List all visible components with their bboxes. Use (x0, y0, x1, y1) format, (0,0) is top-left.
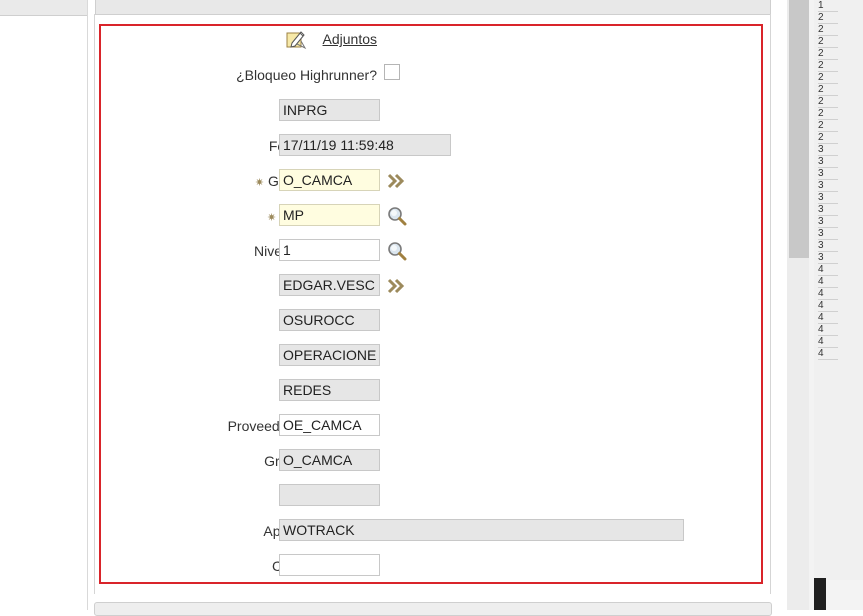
field-input-fecha: 17/11/19 11:59:48 (279, 134, 451, 156)
row-number: 2 (818, 48, 838, 60)
field-row-estado: Estado:INPRG (100, 99, 763, 123)
row-number: 2 (818, 96, 838, 108)
field-input-direccion: OPERACIONE (279, 344, 380, 366)
row-number: 3 (818, 216, 838, 228)
required-icon: ✷ (254, 177, 265, 189)
field-row-nivel: Nivel de Afectacion:1 (100, 239, 763, 263)
row-number: 3 (818, 252, 838, 264)
left-panel-divider (87, 0, 88, 610)
row-number: 2 (818, 108, 838, 120)
row-number: 3 (818, 168, 838, 180)
checkbox-bloqueo[interactable] (384, 64, 400, 80)
left-panel-header (0, 0, 88, 16)
row-number: 3 (818, 144, 838, 156)
field-input-aplicacion: WOTRACK (279, 519, 684, 541)
row-number: 3 (818, 156, 838, 168)
row-number: 2 (818, 84, 838, 96)
row-number: 4 (818, 348, 838, 360)
field-input-propietario (279, 484, 380, 506)
row-number: 2 (818, 36, 838, 48)
row-number: 3 (818, 204, 838, 216)
field-row-fecha: Fecha de estado:17/11/19 11:59:48 (100, 134, 763, 158)
row-number-footer (814, 578, 826, 610)
magnifier-icon[interactable] (386, 240, 408, 262)
section-header (95, 0, 771, 15)
field-input-gerencia: OSUROCC (279, 309, 380, 331)
row-number: 1 (818, 0, 838, 12)
field-row-bloqueo: ¿Bloqueo Highrunner? (100, 63, 763, 87)
chevron-double-right-icon[interactable] (386, 275, 408, 297)
row-number: 2 (818, 72, 838, 84)
row-number: 3 (818, 192, 838, 204)
field-row-proveedor: Proveedor Que Atiende:OE_CAMCA (100, 414, 763, 438)
field-input-tipo[interactable]: MP (279, 204, 380, 226)
field-input-estado: INPRG (279, 99, 380, 121)
row-number: 3 (818, 228, 838, 240)
required-icon: ✷ (267, 212, 277, 224)
field-row-grupo: ✷Grupo de trabajo:O_CAMCA (100, 169, 763, 193)
field-row-aplicacion: Aplicacion Origen:WOTRACK (100, 519, 763, 543)
field-input-grupoprop: O_CAMCA (279, 449, 380, 471)
field-input-planta: REDES (279, 379, 380, 401)
field-row-caso: Caso Proveedor: (100, 554, 763, 578)
row-number: 4 (818, 312, 838, 324)
row-number: 4 (818, 336, 838, 348)
field-label-text: ¿Bloqueo Highrunner? (236, 67, 377, 83)
field-row-gerencia: Gerencia:OSUROCC (100, 309, 763, 333)
scrollbar-thumb[interactable] (789, 0, 809, 258)
row-number: 4 (818, 264, 838, 276)
row-number: 2 (818, 24, 838, 36)
row-number: 4 (818, 276, 838, 288)
field-row-planta: Planta:REDES (100, 379, 763, 403)
field-input-responsable: EDGAR.VESC (279, 274, 380, 296)
next-section-header (94, 602, 772, 616)
field-row-propietario: Propietario: (100, 484, 763, 508)
field-input-grupo[interactable]: O_CAMCA (279, 169, 380, 191)
chevron-double-right-icon[interactable] (386, 170, 408, 192)
field-row-tipo: ✷Tipo de trabajo:MP (100, 204, 763, 228)
attachments-edit-icon[interactable] (285, 28, 307, 50)
field-row-grupoprop: Grupo propietario:O_CAMCA (100, 449, 763, 473)
field-row-responsable: Responsable:EDGAR.VESC (100, 274, 763, 298)
row-number: 3 (818, 240, 838, 252)
field-input-caso[interactable] (279, 554, 380, 576)
row-number: 2 (818, 12, 838, 24)
field-label-bloqueo: ¿Bloqueo Highrunner? (236, 63, 377, 87)
row-number: 2 (818, 60, 838, 72)
field-input-proveedor[interactable]: OE_CAMCA (279, 414, 380, 436)
row-number: 4 (818, 288, 838, 300)
field-input-nivel[interactable]: 1 (279, 239, 380, 261)
row-number: 2 (818, 120, 838, 132)
row-number: 4 (818, 324, 838, 336)
attachments-link[interactable]: Adjuntos (323, 27, 377, 51)
magnifier-icon[interactable] (386, 205, 408, 227)
row-number: 3 (818, 180, 838, 192)
attachments-row: Adjuntos (100, 27, 763, 51)
field-row-direccion: Dirección:OPERACIONE (100, 344, 763, 368)
row-number: 2 (818, 132, 838, 144)
row-number: 4 (818, 300, 838, 312)
